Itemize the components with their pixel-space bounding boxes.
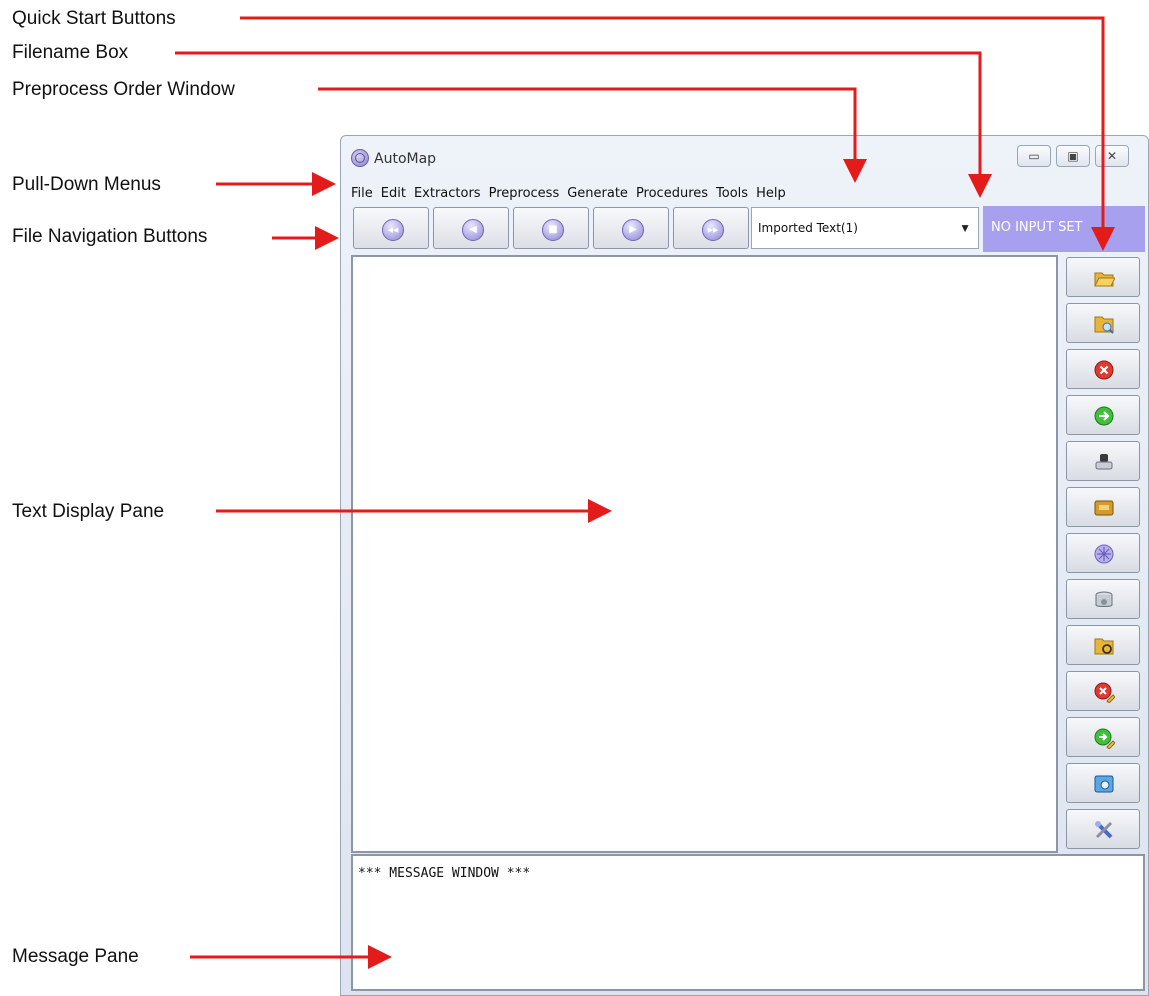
quick-start-button-folder-refresh[interactable] xyxy=(1066,625,1140,665)
quick-start-button-remove[interactable] xyxy=(1066,349,1140,389)
text-display-pane[interactable] xyxy=(351,255,1058,853)
preview-icon xyxy=(1094,775,1114,793)
next-file-button[interactable]: ▶ xyxy=(593,207,669,249)
menu-bar: File Edit Extractors Preprocess Generate… xyxy=(351,182,786,204)
open-folder-icon xyxy=(1094,272,1115,287)
quick-start-button-automap[interactable] xyxy=(1066,533,1140,573)
fast-forward-icon: ▶▶ xyxy=(702,219,724,241)
label-preprocess-order-window: Preprocess Order Window xyxy=(12,79,235,100)
automap-window: AutoMap ▭ ▣ ✕ File Edit Extractors Prepr… xyxy=(340,135,1149,996)
label-pulldown-menus: Pull-Down Menus xyxy=(12,174,161,195)
folder-search-icon xyxy=(1094,316,1114,334)
quick-start-button-open[interactable] xyxy=(1066,257,1140,297)
quick-start-button-tools[interactable] xyxy=(1066,809,1140,849)
go-green-icon xyxy=(1094,406,1114,426)
stop-icon: ■ xyxy=(542,219,564,241)
label-text-display-pane: Text Display Pane xyxy=(12,501,165,522)
close-button[interactable]: ✕ xyxy=(1095,145,1129,167)
remove-edit-icon xyxy=(1094,682,1115,703)
panel-icon xyxy=(1094,500,1114,516)
menu-tools[interactable]: Tools xyxy=(716,186,748,201)
minimize-button[interactable]: ▭ xyxy=(1017,145,1051,167)
database-icon xyxy=(1095,591,1113,607)
preprocess-order-dropdown[interactable]: Imported Text(1) ▼ xyxy=(751,207,979,249)
quick-start-button-database[interactable] xyxy=(1066,579,1140,619)
label-filename-box: Filename Box xyxy=(12,42,129,63)
message-window-text: *** MESSAGE WINDOW *** xyxy=(358,866,531,881)
chevron-down-icon[interactable]: ▼ xyxy=(959,221,971,235)
menu-preprocess[interactable]: Preprocess xyxy=(489,186,560,201)
quick-start-button-search-folder[interactable] xyxy=(1066,303,1140,343)
menu-procedures[interactable]: Procedures xyxy=(636,186,708,201)
quick-start-button-preview[interactable] xyxy=(1066,763,1140,803)
preprocess-order-value: Imported Text(1) xyxy=(758,221,858,235)
stop-button[interactable]: ■ xyxy=(513,207,589,249)
menu-edit[interactable]: Edit xyxy=(381,186,406,201)
previous-icon: ◀ xyxy=(462,219,484,241)
remove-red-icon xyxy=(1094,360,1114,380)
folder-refresh-icon xyxy=(1094,638,1114,655)
last-file-button[interactable]: ▶▶ xyxy=(673,207,749,249)
quick-start-buttons xyxy=(1062,255,1145,853)
message-pane[interactable]: *** MESSAGE WINDOW *** xyxy=(351,854,1145,991)
title-bar[interactable]: AutoMap ▭ ▣ ✕ xyxy=(341,136,1148,178)
quick-start-button-go-edit[interactable] xyxy=(1066,717,1140,757)
stamp-icon xyxy=(1095,454,1113,470)
filename-box: NO INPUT SET xyxy=(983,206,1145,252)
automap-icon xyxy=(1094,544,1114,564)
quick-start-button-go[interactable] xyxy=(1066,395,1140,435)
quick-start-button-panel[interactable] xyxy=(1066,487,1140,527)
filename-box-text: NO INPUT SET xyxy=(991,220,1083,235)
menu-extractors[interactable]: Extractors xyxy=(414,186,481,201)
label-message-pane: Message Pane xyxy=(12,946,139,967)
menu-file[interactable]: File xyxy=(351,186,373,201)
label-file-navigation-buttons: File Navigation Buttons xyxy=(12,226,208,247)
previous-file-button[interactable]: ◀ xyxy=(433,207,509,249)
first-file-button[interactable]: ◀◀ xyxy=(353,207,429,249)
menu-generate[interactable]: Generate xyxy=(567,186,628,201)
quick-start-button-remove-edit[interactable] xyxy=(1066,671,1140,711)
tools-icon xyxy=(1095,821,1113,839)
menu-help[interactable]: Help xyxy=(756,186,786,201)
maximize-button[interactable]: ▣ xyxy=(1056,145,1090,167)
window-title: AutoMap xyxy=(374,151,437,167)
rewind-icon: ◀◀ xyxy=(382,219,404,241)
go-edit-icon xyxy=(1094,728,1115,749)
toolbar: ◀◀ ◀ ■ ▶ ▶▶ Imported Text(1) ▼ NO INPUT … xyxy=(353,206,1145,252)
automap-app-icon xyxy=(351,149,369,167)
next-icon: ▶ xyxy=(622,219,644,241)
quick-start-button-stamp[interactable] xyxy=(1066,441,1140,481)
label-quick-start-buttons: Quick Start Buttons xyxy=(12,8,176,29)
